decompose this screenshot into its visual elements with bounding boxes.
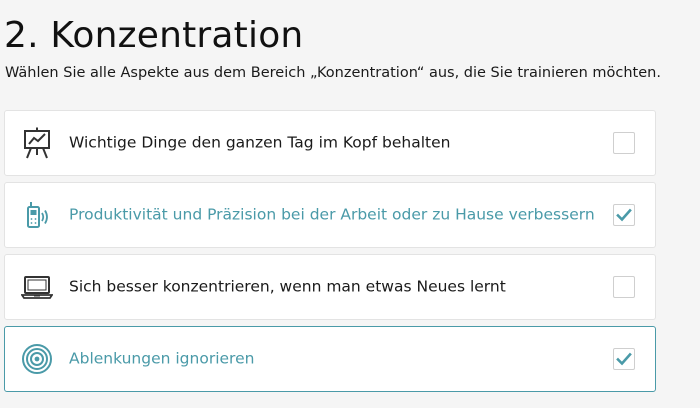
option-checkbox[interactable]	[613, 348, 635, 370]
option-checkbox[interactable]	[613, 132, 635, 154]
option-label: Sich besser konzentrieren, wenn man etwa…	[69, 277, 506, 296]
target-icon	[21, 343, 53, 375]
option-ignore-distractions[interactable]: Ablenkungen ignorieren	[4, 326, 656, 392]
option-label: Wichtige Dinge den ganzen Tag im Kopf be…	[69, 133, 451, 152]
mobile-phone-signal-icon	[21, 199, 53, 231]
checkmark-icon	[616, 208, 632, 222]
laptop-icon	[21, 271, 53, 303]
checkmark-icon	[616, 352, 632, 366]
option-label: Ablenkungen ignorieren	[69, 349, 255, 368]
option-productivity[interactable]: Produktivität und Präzision bei der Arbe…	[4, 182, 656, 248]
presentation-board-icon	[21, 127, 53, 159]
page-title: 2. Konzentration	[4, 15, 304, 56]
option-focus-learning[interactable]: Sich besser konzentrieren, wenn man etwa…	[4, 254, 656, 320]
option-label: Produktivität und Präzision bei der Arbe…	[69, 205, 595, 224]
option-checkbox[interactable]	[613, 204, 635, 226]
option-checkbox[interactable]	[613, 276, 635, 298]
page-subtitle: Wählen Sie alle Aspekte aus dem Bereich …	[5, 65, 661, 81]
options-list: Wichtige Dinge den ganzen Tag im Kopf be…	[4, 110, 656, 398]
option-remember-things[interactable]: Wichtige Dinge den ganzen Tag im Kopf be…	[4, 110, 656, 176]
